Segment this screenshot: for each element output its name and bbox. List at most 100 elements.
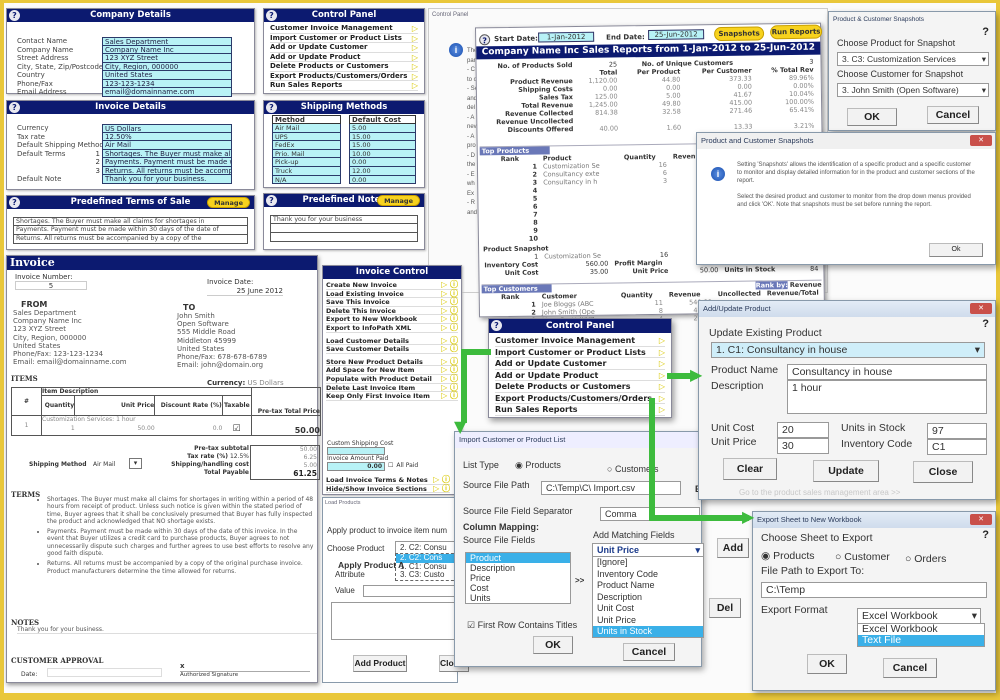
end-date-input[interactable]: 25-Jun-2012 <box>648 29 705 41</box>
value-input[interactable] <box>363 585 459 597</box>
list-option[interactable]: Price <box>466 573 570 583</box>
field-value[interactable]: Thank you for your business. <box>102 175 232 184</box>
update-button[interactable]: Update <box>813 460 879 482</box>
help-icon[interactable]: ? <box>491 320 502 331</box>
product-name-input[interactable]: Consultancy in house <box>787 364 987 380</box>
export-format-select[interactable]: Excel Workbook ▾ <box>857 608 981 624</box>
radio-orders[interactable]: ○ Orders <box>905 553 946 565</box>
product-select[interactable]: 3. C3: Customization Services ▾ <box>837 52 989 66</box>
taxable-checkbox[interactable]: ☑ <box>222 423 251 435</box>
close-icon[interactable]: ✕ <box>970 514 992 525</box>
ok-button[interactable]: OK <box>807 654 847 674</box>
list-cell[interactable]: 15.00 <box>348 132 416 142</box>
list-option[interactable]: 3. C3: Custo <box>396 570 458 580</box>
play-arrow-icon[interactable]: ▷ <box>659 347 665 358</box>
field-value[interactable]: 12.50% <box>102 132 232 141</box>
map-arrow-button[interactable]: >> <box>575 576 584 585</box>
menu-item[interactable]: Import Customer or Product Lists ▷ <box>270 34 418 43</box>
list-option[interactable]: [Ignore] <box>593 557 703 569</box>
start-date-input[interactable]: 1-Jan-2012 <box>538 31 595 43</box>
radio-products[interactable]: ◉ Products <box>515 460 561 471</box>
help-icon[interactable]: ? <box>9 102 20 113</box>
help-icon[interactable]: ? <box>9 10 20 21</box>
clear-button[interactable]: Clear <box>723 458 777 480</box>
menu-item[interactable]: Keep Only First Invoice Item ▷ ⓘ <box>326 392 458 401</box>
list-cell[interactable]: 0.00 <box>348 175 416 185</box>
dropdown-arrow-icon[interactable]: ▾ <box>129 458 142 469</box>
field-value[interactable]: Payments. Payment must be made w <box>102 158 232 167</box>
help-icon[interactable]: ? <box>982 529 989 541</box>
export-path-input[interactable]: C:\Temp <box>761 582 987 598</box>
close-icon[interactable]: ✕ <box>970 303 992 314</box>
field-value[interactable]: United States <box>102 71 232 80</box>
list-line[interactable]: Thank you for your business <box>270 215 418 224</box>
menu-item[interactable]: Load Invoice Terms & Notes ▷ ⓘ <box>326 475 450 485</box>
manage-notes-button[interactable]: Manage <box>377 195 420 206</box>
existing-product-select[interactable]: 1. C1: Consultancy in house ▾ <box>711 342 985 358</box>
dropdown-arrow-icon[interactable]: ▾ <box>982 85 986 96</box>
field-value[interactable]: 123-123-1234 <box>102 79 232 88</box>
sales-management-link[interactable]: Go to the product sales management area … <box>739 488 900 497</box>
menu-item[interactable]: Export to New Workbook ▷ ⓘ <box>326 315 458 324</box>
invoice-date-input[interactable]: 25 June 2012 <box>207 287 283 296</box>
field-value[interactable]: Sales Department <box>102 37 232 46</box>
menu-item[interactable]: Save Customer Details ▷ ⓘ <box>326 345 458 354</box>
menu-item[interactable]: Add or Update Customer ▷ <box>270 43 418 53</box>
help-icon[interactable]: ? <box>9 197 20 208</box>
play-arrow-icon[interactable]: ▷ <box>412 24 418 33</box>
play-arrow-icon[interactable]: ▷ ⓘ <box>441 315 458 323</box>
play-arrow-icon[interactable]: ▷ <box>412 53 418 62</box>
units-in-stock-input[interactable]: 97 <box>927 423 987 439</box>
play-arrow-icon[interactable]: ▷ <box>659 381 665 392</box>
dropdown-arrow-icon[interactable]: ▾ <box>982 54 986 65</box>
list-line[interactable] <box>270 224 418 233</box>
list-option[interactable]: Units <box>466 593 570 603</box>
description-input[interactable]: 1 hour <box>787 380 987 414</box>
menu-item[interactable]: Export Products/Customers/Orders ▷ <box>270 72 418 81</box>
dropdown-arrow-icon[interactable]: ▾ <box>975 344 980 356</box>
list-cell[interactable]: Air Mail <box>272 124 341 133</box>
play-arrow-icon[interactable]: ▷ ⓘ <box>433 484 450 493</box>
help-icon[interactable]: ? <box>982 26 989 38</box>
del-button[interactable]: Del <box>709 598 741 618</box>
play-arrow-icon[interactable]: ▷ ⓘ <box>441 366 458 374</box>
source-path-input[interactable]: C:\Temp\C\ Import.csv <box>541 481 681 495</box>
menu-item[interactable]: Add or Update Product ▷ <box>270 53 418 62</box>
menu-item[interactable]: Export Products/Customers/Orders ▷ <box>495 393 665 404</box>
menu-item[interactable]: Import Customer or Product Lists ▷ <box>495 347 665 358</box>
source-fields-list[interactable]: Product Description Price Cost Units <box>465 552 571 604</box>
menu-item[interactable]: Run Sales Reports ▷ <box>495 404 665 416</box>
menu-item[interactable]: Customer Invoice Management ▷ <box>495 335 665 347</box>
ok-button[interactable]: Ok <box>929 243 983 257</box>
list-cell[interactable]: 0.00 <box>348 158 416 167</box>
menu-item[interactable]: Run Sales Reports ▷ <box>270 81 418 91</box>
play-arrow-icon[interactable]: ▷ ⓘ <box>441 374 458 383</box>
unit-cost-input[interactable]: 20 <box>777 422 829 438</box>
add-button[interactable]: Add <box>717 538 749 558</box>
menu-item[interactable]: Store New Product Details ▷ ⓘ <box>326 357 458 367</box>
first-row-checkbox[interactable]: ☑ First Row Contains Titles <box>467 620 577 631</box>
field-value[interactable]: Air Mail <box>102 141 232 150</box>
menu-item[interactable]: Save This Invoice ▷ ⓘ <box>326 298 458 307</box>
list-cell[interactable]: 5.00 <box>348 124 416 133</box>
ok-button[interactable]: OK <box>847 108 897 126</box>
invoice-number-input[interactable]: 5 <box>15 281 87 290</box>
play-arrow-icon[interactable]: ▷ <box>659 404 665 415</box>
play-arrow-icon[interactable]: ▷ <box>412 72 418 81</box>
list-option[interactable]: Unit Price <box>593 615 703 627</box>
manage-terms-button[interactable]: Manage <box>207 197 250 208</box>
list-option[interactable]: Description <box>466 563 570 573</box>
amount-paid-input[interactable]: 0.00 <box>327 462 385 471</box>
list-cell[interactable]: Truck <box>272 166 341 176</box>
list-cell[interactable]: 12.00 <box>348 166 416 176</box>
play-arrow-icon[interactable]: ▷ <box>412 81 418 90</box>
play-arrow-icon[interactable]: ▷ <box>659 335 665 346</box>
shipping-method-select[interactable]: Air Mail <box>93 461 115 468</box>
list-option[interactable]: Cost <box>466 583 570 593</box>
menu-item[interactable]: Add Space for New Item ▷ ⓘ <box>326 366 458 375</box>
list-cell[interactable]: 10.00 <box>348 149 416 159</box>
all-paid-checkbox[interactable]: ☐ <box>388 462 393 471</box>
field-value[interactable]: Company Name Inc <box>102 45 232 54</box>
field-value[interactable]: 123 XYZ Street <box>102 54 232 63</box>
list-option[interactable]: Product <box>466 553 570 563</box>
